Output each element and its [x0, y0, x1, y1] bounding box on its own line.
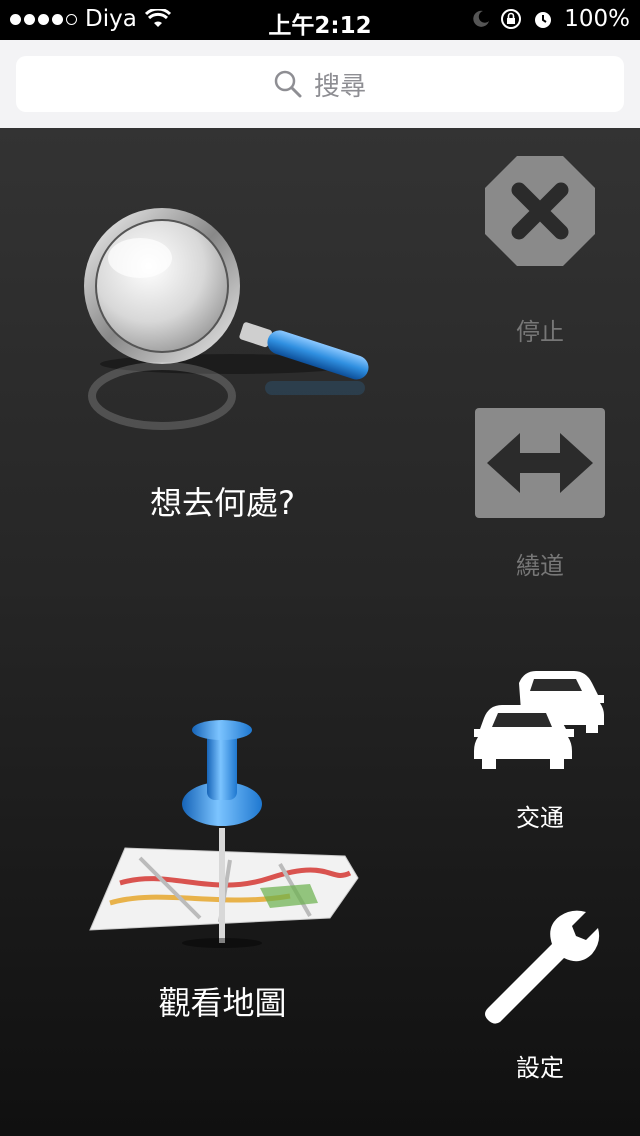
traffic-cars-icon [474, 671, 604, 769]
stop-label: 停止 [516, 318, 564, 346]
battery-percentage: 100% [564, 6, 630, 32]
stop-button[interactable]: 停止 [470, 148, 610, 348]
settings-label: 設定 [516, 1054, 564, 1082]
traffic-label: 交通 [516, 804, 564, 832]
do-not-disturb-icon [473, 10, 490, 27]
view-map-label: 觀看地圖 [158, 984, 287, 1022]
alarm-icon [535, 12, 552, 28]
detour-arrows-icon [475, 408, 605, 518]
search-input[interactable]: 搜尋 [16, 56, 624, 112]
status-bar: Diya 上午2:12 100% [0, 0, 640, 40]
detour-label: 繞道 [516, 552, 564, 580]
detour-button[interactable]: 繞道 [470, 408, 610, 598]
map-pin-icon [89, 720, 359, 948]
rotation-lock-icon [501, 9, 522, 29]
where-to-label: 想去何處? [150, 484, 295, 522]
main-menu: 想去何處? 觀看地圖 停止 繞道 交通 設定 [0, 128, 640, 1136]
settings-button[interactable]: 設定 [470, 908, 610, 1088]
view-map-button[interactable]: 觀看地圖 [0, 688, 445, 1038]
where-to-button[interactable]: 想去何處? [0, 128, 445, 548]
traffic-button[interactable]: 交通 [470, 658, 610, 838]
magnifying-glass-icon [84, 208, 369, 430]
stop-icon [485, 156, 595, 266]
search-bar-container: 搜尋 [0, 40, 640, 128]
search-icon [274, 70, 302, 98]
search-placeholder: 搜尋 [313, 71, 366, 102]
wrench-icon [485, 910, 600, 1024]
